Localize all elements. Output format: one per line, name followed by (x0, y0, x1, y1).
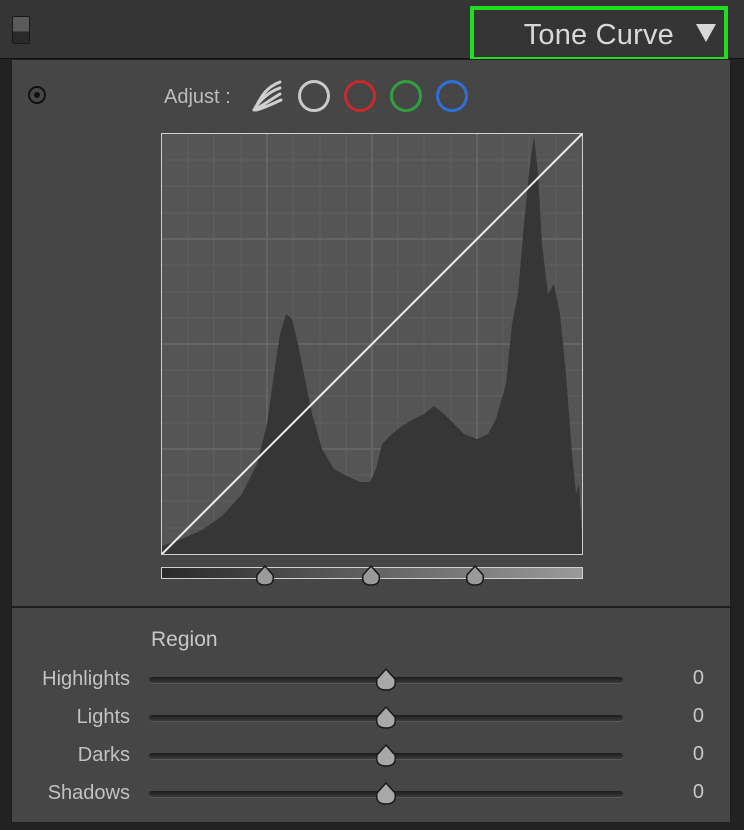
blue-channel-icon[interactable] (436, 80, 468, 112)
target-adjustment-icon[interactable] (28, 86, 46, 104)
triangle-down-icon[interactable] (696, 24, 716, 42)
panel-header: Tone Curve (0, 0, 744, 61)
shadows-label: Shadows (47, 782, 130, 804)
midtones-split-handle[interactable] (360, 565, 382, 587)
point-curve-icon[interactable] (298, 80, 330, 112)
panel-switch-icon[interactable] (12, 16, 30, 44)
panel-title[interactable]: Tone Curve (524, 19, 674, 52)
region-heading: Region (151, 628, 218, 651)
highlights-label: Highlights (42, 668, 130, 690)
shadows-value[interactable]: 0 (644, 781, 704, 804)
lights-label: Lights (76, 706, 130, 728)
green-channel-icon[interactable] (390, 80, 422, 112)
tone-curve-graph[interactable] (161, 133, 583, 555)
darks-value[interactable]: 0 (644, 743, 704, 766)
tone-curve-header-highlight[interactable]: Tone Curve (470, 6, 728, 61)
red-channel-icon[interactable] (344, 80, 376, 112)
highlights-split-handle[interactable] (464, 565, 486, 587)
parametric-curve-icon[interactable] (250, 80, 283, 112)
tone-curve-panel: Adjust : Region Highlights 0 Lights 0 Da… (11, 59, 731, 823)
section-divider (12, 606, 730, 608)
shadows-slider-thumb[interactable] (374, 782, 398, 806)
darks-slider-thumb[interactable] (374, 744, 398, 768)
shadows-split-handle[interactable] (254, 565, 276, 587)
highlights-value[interactable]: 0 (644, 667, 704, 690)
lights-slider-thumb[interactable] (374, 706, 398, 730)
lights-value[interactable]: 0 (644, 705, 704, 728)
highlights-slider-thumb[interactable] (374, 668, 398, 692)
adjust-label: Adjust : (164, 86, 231, 108)
darks-label: Darks (77, 744, 130, 766)
